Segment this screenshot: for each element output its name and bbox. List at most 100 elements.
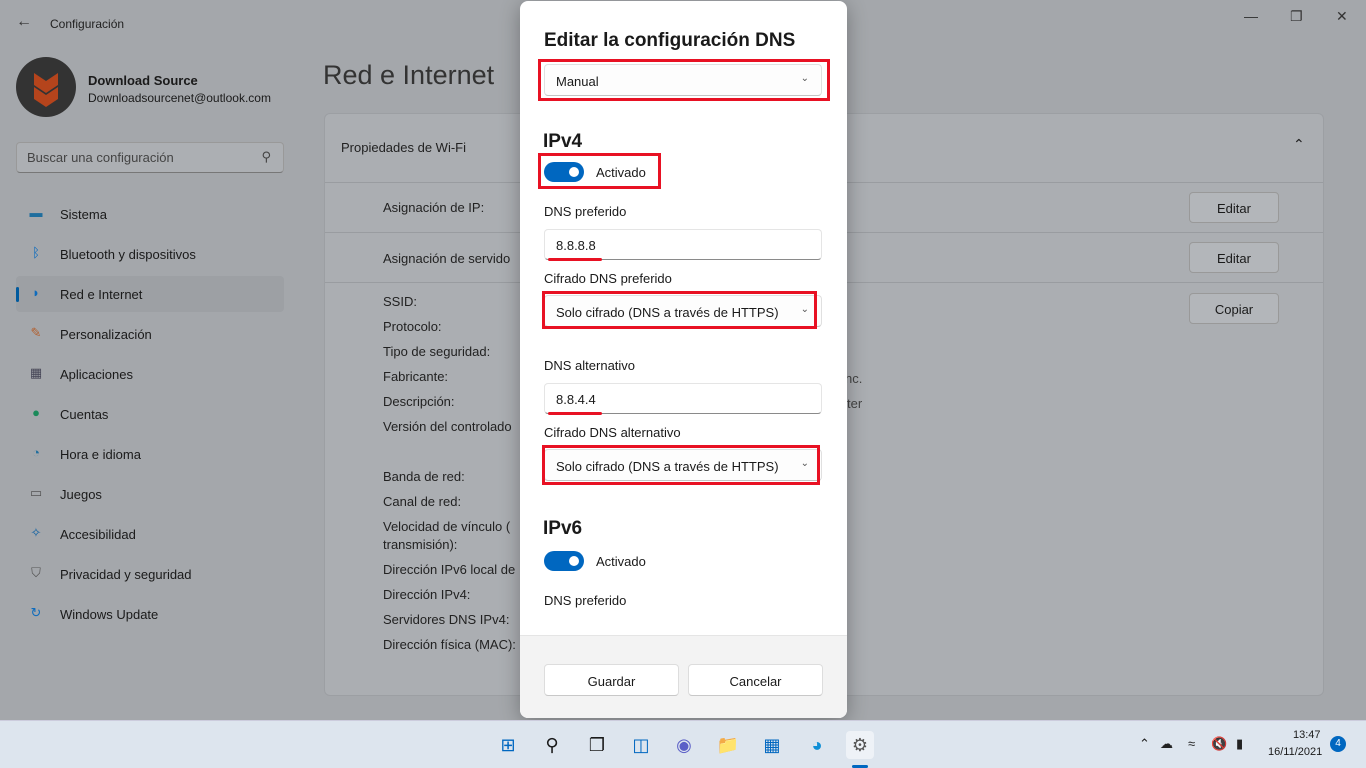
- store-icon[interactable]: ▦: [758, 731, 786, 759]
- page-title: Red e Internet: [323, 60, 495, 90]
- chevron-up-icon[interactable]: ⌃: [1293, 136, 1305, 153]
- dialog-title: Editar la configuración DNS: [544, 30, 796, 51]
- person-icon: ●: [32, 405, 40, 420]
- apps-icon: ▦: [29, 365, 43, 380]
- wifi-icon[interactable]: ≈: [1188, 736, 1195, 751]
- ip-assignment-label: Asignación de IP:: [383, 200, 485, 215]
- widgets-icon[interactable]: ◫: [627, 731, 655, 759]
- highlight-box: [538, 59, 830, 101]
- sidebar-item-windows-update[interactable]: ↻ Windows Update: [16, 596, 284, 632]
- clock-time[interactable]: 13:47: [1293, 729, 1321, 741]
- selection-indicator: [16, 287, 19, 302]
- ipv6-preferred-dns-label: DNS preferido: [544, 593, 627, 608]
- ipv4-heading: IPv4: [543, 131, 583, 152]
- sidebar-item-juegos[interactable]: ▭ Juegos: [16, 476, 284, 512]
- underline-highlight: [548, 258, 602, 261]
- property-label: Servidores DNS IPv4:: [383, 612, 510, 627]
- chevron-up-icon[interactable]: ⌃: [1139, 736, 1150, 752]
- sidebar-item-label: Bluetooth y dispositivos: [60, 247, 196, 262]
- sidebar-item-label: Hora e idioma: [60, 447, 141, 462]
- sidebar-item-sistema[interactable]: ▬ Sistema: [16, 196, 284, 232]
- highlight-box: [542, 291, 817, 329]
- value-fragment: nc.: [845, 371, 863, 386]
- search-input[interactable]: Buscar una configuración ⚲: [16, 142, 284, 173]
- notification-badge[interactable]: 4: [1330, 736, 1346, 752]
- property-label: Fabricante:: [383, 369, 449, 384]
- property-label: Tipo de seguridad:: [383, 344, 491, 359]
- close-icon[interactable]: ✕: [1336, 8, 1348, 25]
- highlight-box: [542, 445, 820, 485]
- preferred-encryption-label: Cifrado DNS preferido: [544, 271, 672, 286]
- sidebar-item-label: Privacidad y seguridad: [60, 567, 192, 582]
- avatar[interactable]: [16, 57, 76, 117]
- chat-icon[interactable]: ◉: [670, 731, 698, 759]
- clock-date[interactable]: 16/11/2021: [1268, 746, 1322, 758]
- update-icon: ↻: [30, 605, 42, 620]
- wifi-icon: ◗: [32, 285, 40, 300]
- sidebar-item-privacidad-y-seguridad[interactable]: ⛉ Privacidad y seguridad: [16, 556, 284, 592]
- back-arrow-icon[interactable]: ←: [16, 13, 32, 31]
- property-label: Descripción:: [383, 394, 455, 409]
- maximize-icon[interactable]: ❐: [1290, 8, 1303, 25]
- dns-edit-dialog: Editar la configuración DNS Manual ⌄ IPv4…: [520, 1, 847, 718]
- search-placeholder: Buscar una configuración: [27, 150, 174, 165]
- sidebar-item-cuentas[interactable]: ● Cuentas: [16, 396, 284, 432]
- sidebar-item-label: Red e Internet: [60, 287, 143, 302]
- window-title: Configuración: [50, 17, 125, 31]
- sidebar-item-hora-e-idioma[interactable]: ◔ Hora e idioma: [16, 436, 284, 472]
- brush-icon: ✎: [30, 325, 42, 340]
- bluetooth-icon: ᛒ: [32, 245, 40, 260]
- copy-button[interactable]: Copiar: [1189, 293, 1279, 324]
- card-title: Propiedades de Wi-Fi: [341, 140, 466, 155]
- value-fragment: ter: [847, 396, 863, 411]
- start-icon[interactable]: ⊞: [494, 731, 522, 759]
- alternate-encryption-label: Cifrado DNS alternativo: [544, 425, 681, 440]
- underline-highlight: [548, 412, 602, 415]
- highlight-box: [538, 153, 661, 189]
- edit-ip-button[interactable]: Editar: [1189, 192, 1279, 223]
- edge-icon[interactable]: ◕: [803, 731, 831, 759]
- save-button[interactable]: Guardar: [544, 664, 679, 696]
- sidebar-item-label: Windows Update: [60, 607, 159, 622]
- alternate-dns-input[interactable]: 8.8.4.4: [544, 383, 822, 415]
- preferred-dns-label: DNS preferido: [544, 204, 627, 219]
- gamepad-icon: ▭: [29, 485, 43, 500]
- cancel-button[interactable]: Cancelar: [688, 664, 823, 696]
- sidebar-item-label: Accesibilidad: [60, 527, 136, 542]
- property-label: Protocolo:: [383, 319, 442, 334]
- dns-assignment-label: Asignación de servido: [383, 251, 511, 266]
- task-view-icon[interactable]: ❐: [583, 731, 611, 759]
- property-label: Canal de red:: [383, 494, 462, 509]
- ipv6-toggle-label: Activado: [596, 554, 646, 569]
- onedrive-cloud-icon[interactable]: ☁: [1160, 736, 1173, 752]
- speaker-muted-icon[interactable]: 🔇: [1211, 736, 1227, 752]
- search-icon[interactable]: ⚲: [538, 731, 566, 759]
- ipv6-toggle[interactable]: [544, 551, 584, 571]
- property-label: transmisión):: [383, 537, 458, 552]
- sidebar-item-red-e-internet[interactable]: ◗ Red e Internet: [16, 276, 284, 312]
- logo-chevrons-icon: [34, 73, 58, 107]
- sidebar-item-personalizaci-n[interactable]: ✎ Personalización: [16, 316, 284, 352]
- sidebar-item-label: Cuentas: [60, 407, 109, 422]
- edit-dns-button[interactable]: Editar: [1189, 242, 1279, 273]
- property-label: Versión del controlado: [383, 419, 512, 434]
- search-icon: ⚲: [261, 149, 271, 164]
- property-label: Dirección IPv6 local de: [383, 562, 516, 577]
- user-name: Download Source: [88, 73, 198, 88]
- alternate-dns-value: 8.8.4.4: [556, 392, 596, 407]
- preferred-dns-value: 8.8.8.8: [556, 238, 596, 253]
- sidebar-item-label: Personalización: [60, 327, 152, 342]
- preferred-dns-input[interactable]: 8.8.8.8: [544, 229, 822, 261]
- sidebar-item-accesibilidad[interactable]: ✧ Accesibilidad: [16, 516, 284, 552]
- sidebar-item-bluetooth-y-dispositivos[interactable]: ᛒ Bluetooth y dispositivos: [16, 236, 284, 272]
- sidebar-item-aplicaciones[interactable]: ▦ Aplicaciones: [16, 356, 284, 392]
- monitor-icon: ▬: [29, 205, 43, 220]
- sidebar-item-label: Sistema: [60, 207, 107, 222]
- file-explorer-icon[interactable]: 📁: [714, 731, 742, 759]
- alternate-dns-label: DNS alternativo: [544, 358, 636, 373]
- taskbar: ⊞ ⚲ ❐ ◫ ◉ 📁 ▦ ◕ ⚙ ⌃ ☁ ≈ 🔇 ▮ 13:47 16/11/…: [0, 720, 1366, 768]
- settings-gear-icon[interactable]: ⚙: [846, 731, 874, 759]
- battery-charging-icon[interactable]: ▮: [1236, 736, 1243, 752]
- property-label: Dirección física (MAC):: [383, 637, 516, 652]
- minimize-icon[interactable]: —: [1244, 8, 1258, 24]
